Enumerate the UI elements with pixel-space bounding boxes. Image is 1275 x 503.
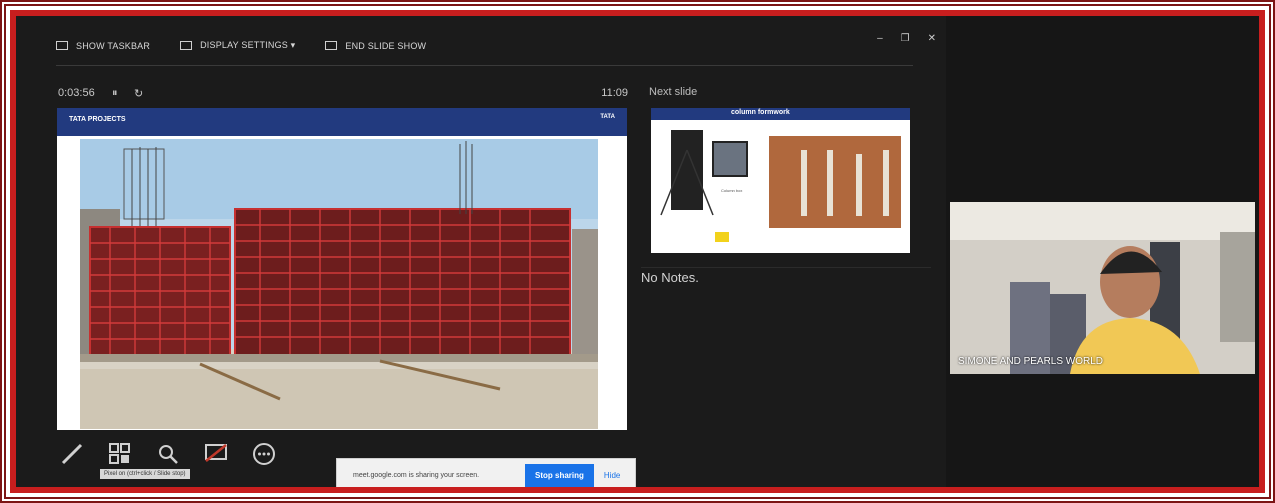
next-slide-thumbnail[interactable]: column formwork Column box <box>651 108 910 253</box>
screen-share-bar: meet.google.com is sharing your screen. … <box>336 458 636 487</box>
display-icon <box>180 41 193 50</box>
hide-button[interactable]: Hide <box>604 471 620 480</box>
show-taskbar-label: SHOW TASKBAR <box>76 40 151 51</box>
svg-text:Column box: Column box <box>721 188 742 193</box>
elapsed-time: 0:03:56 <box>58 87 95 99</box>
end-slide-show-label: END SLIDE SHOW <box>345 40 427 51</box>
participant-video: SIMONE AND PEARLS WORLD <box>950 202 1255 374</box>
grid-icon <box>109 443 130 464</box>
presenter-view: SHOW TASKBAR DISPLAY SETTINGS ▾ END SLID… <box>16 16 946 487</box>
magnifier-icon <box>159 445 178 464</box>
see-all-slides-button[interactable] <box>106 440 134 468</box>
display-settings-label: DISPLAY SETTINGS ▾ <box>200 40 296 50</box>
next-slide-label: Next slide <box>649 86 698 98</box>
tata-logo: TATA <box>600 114 615 120</box>
stop-sharing-button[interactable]: Stop sharing <box>525 463 594 487</box>
screen: SHOW TASKBAR DISPLAY SETTINGS ▾ END SLID… <box>16 16 1259 487</box>
reset-timer-button[interactable]: ↻ <box>134 87 143 100</box>
taskbar-icon <box>56 41 68 50</box>
show-taskbar-button[interactable]: SHOW TASKBAR <box>56 40 150 51</box>
slide-tools <box>58 440 278 468</box>
presenter-toolbar: SHOW TASKBAR DISPLAY SETTINGS ▾ END SLID… <box>56 40 426 51</box>
pause-timer-button[interactable]: ⏸ <box>112 87 118 100</box>
next-slide-header: column formwork <box>651 108 910 120</box>
display-settings-button[interactable]: DISPLAY SETTINGS ▾ <box>180 40 295 51</box>
pen-tool-button[interactable] <box>58 440 86 468</box>
formwork-photo <box>80 139 598 429</box>
minimize-button[interactable]: – <box>877 33 883 44</box>
end-slide-show-button[interactable]: END SLIDE SHOW <box>325 40 426 51</box>
current-slide: TATA PROJECTS TATA <box>57 108 627 430</box>
zoom-button[interactable] <box>154 440 182 468</box>
slide-brand: TATA PROJECTS <box>69 116 126 123</box>
participant-name: SIMONE AND PEARLS WORLD <box>958 356 1104 367</box>
speaker-notes: No Notes. <box>641 270 699 285</box>
clock-time: 11:09 <box>601 87 628 99</box>
black-screen-button[interactable] <box>202 440 230 468</box>
more-icon <box>253 443 275 465</box>
slide-header: TATA PROJECTS TATA <box>57 108 627 136</box>
window-controls: – ❐ ✕ <box>877 33 936 44</box>
close-button[interactable]: ✕ <box>928 33 936 44</box>
notes-divider <box>641 267 931 268</box>
share-message: meet.google.com is sharing your screen. <box>353 471 480 479</box>
toolbar-divider <box>56 65 913 66</box>
end-show-icon <box>325 41 338 50</box>
next-slide-title: column formwork <box>731 109 790 116</box>
pen-icon <box>61 443 83 465</box>
more-options-button[interactable] <box>250 440 278 468</box>
black-screen-icon <box>205 444 227 462</box>
restore-button[interactable]: ❐ <box>901 33 910 44</box>
tool-tooltip: Pixel on (ctrl+click / Slide stop) <box>100 469 190 479</box>
